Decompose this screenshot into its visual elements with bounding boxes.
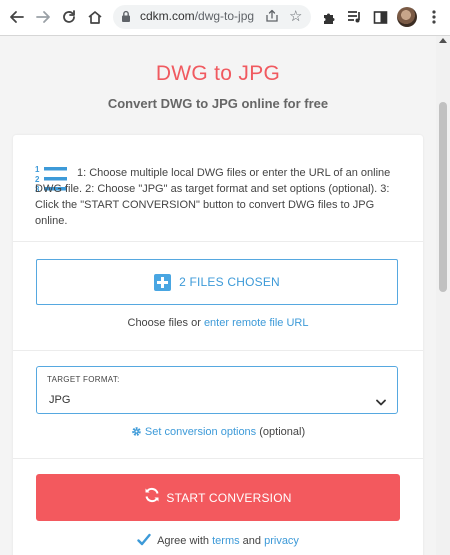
- url-path: /dwg-to-jpg: [194, 9, 255, 23]
- choose-files-button[interactable]: 2 FILES CHOSEN: [36, 259, 398, 305]
- reload-icon[interactable]: [58, 6, 80, 28]
- remote-url-link[interactable]: enter remote file URL: [204, 317, 309, 329]
- instructions-text: 1: Choose multiple local DWG files or en…: [35, 167, 391, 227]
- start-conversion-button[interactable]: START CONVERSION: [36, 474, 400, 521]
- agree-prefix: Agree with: [157, 535, 210, 547]
- bookmark-star-icon[interactable]: ☆: [289, 7, 302, 25]
- page-scrollbar[interactable]: [436, 36, 450, 555]
- and-text: and: [242, 535, 262, 547]
- files-chosen-label: 2 FILES CHOSEN: [179, 275, 280, 289]
- chevron-down-icon: [376, 393, 386, 411]
- side-panel-icon[interactable]: [369, 6, 391, 28]
- home-icon[interactable]: [84, 6, 106, 28]
- more-menu-icon[interactable]: [423, 6, 445, 28]
- browser-toolbar: cdkm.com/dwg-to-jpg ☆: [0, 0, 450, 36]
- converter-card: 1 2 3 1: Choose multiple local DWG files…: [13, 135, 423, 555]
- page-title: DWG to JPG: [155, 62, 281, 85]
- divider: [13, 241, 423, 242]
- agree-line: Agree with terms and privacy: [13, 533, 423, 547]
- page-viewport: DWG to JPG Convert DWG to JPG online for…: [0, 36, 436, 555]
- plus-icon: [154, 273, 172, 291]
- url-text: cdkm.com/dwg-to-jpg: [140, 9, 254, 23]
- refresh-icon: [144, 487, 160, 508]
- share-icon[interactable]: [265, 9, 279, 28]
- conversion-options-link[interactable]: Set conversion options: [145, 426, 256, 438]
- target-format-select[interactable]: TARGET FORMAT: JPG: [36, 366, 398, 414]
- divider: [13, 350, 423, 351]
- terms-link[interactable]: terms: [212, 535, 240, 547]
- conversion-options-line: Set conversion options (optional): [13, 426, 423, 440]
- media-queue-icon[interactable]: [344, 6, 366, 28]
- back-icon[interactable]: [6, 6, 28, 28]
- choose-prefix: Choose files or: [127, 317, 201, 329]
- divider: [13, 458, 423, 459]
- address-bar[interactable]: cdkm.com/dwg-to-jpg ☆: [113, 5, 311, 29]
- forward-icon[interactable]: [32, 6, 54, 28]
- choose-files-line: Choose files or enter remote file URL: [13, 317, 423, 329]
- target-format-label: TARGET FORMAT:: [47, 375, 120, 384]
- agree-checkbox[interactable]: [137, 533, 151, 547]
- scroll-thumb[interactable]: [439, 102, 447, 292]
- optional-text: (optional): [259, 426, 306, 438]
- start-conversion-label: START CONVERSION: [166, 490, 292, 505]
- privacy-link[interactable]: privacy: [264, 535, 299, 547]
- profile-avatar[interactable]: [397, 7, 417, 27]
- extensions-puzzle-icon[interactable]: [318, 6, 340, 28]
- lock-icon[interactable]: [121, 10, 131, 28]
- page-subtitle: Convert DWG to JPG online for free: [107, 96, 329, 111]
- gear-icon: [131, 426, 142, 440]
- target-format-value: JPG: [49, 394, 71, 406]
- url-host: cdkm.com: [140, 9, 195, 23]
- scroll-up-arrow-icon[interactable]: [439, 38, 447, 43]
